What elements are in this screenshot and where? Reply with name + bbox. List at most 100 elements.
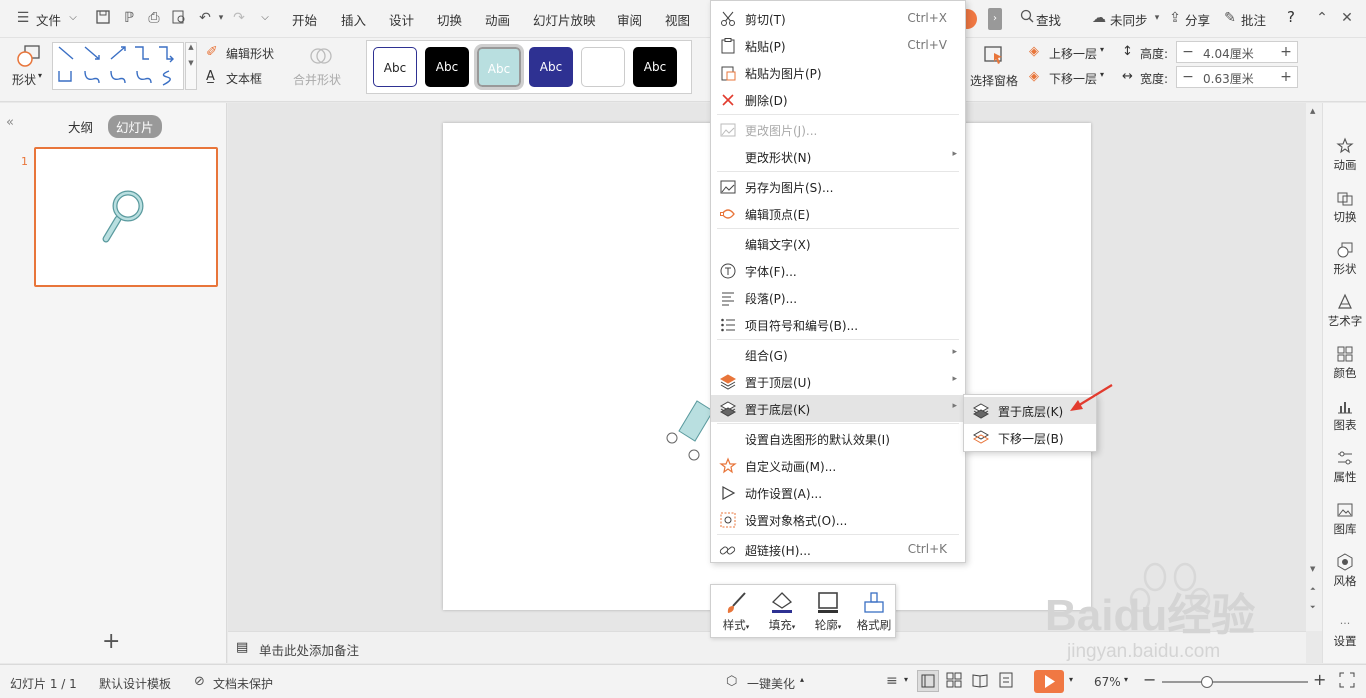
menu-item-group[interactable]: 组合(G) ▸ <box>711 341 965 368</box>
width-value[interactable]: 0.63厘米 <box>1203 70 1254 87</box>
menu-item-bring-to-front[interactable]: 置于顶层(U) ▸ <box>711 368 965 395</box>
sidebar-item-gallery[interactable]: 图库 <box>1323 501 1366 537</box>
tab-transition[interactable]: 切换 <box>437 10 462 29</box>
mini-style-button[interactable]: 样式▾ <box>713 587 759 637</box>
align-icon[interactable]: ≡ <box>886 673 898 689</box>
sidebar-item-color[interactable]: 颜色 <box>1323 345 1366 381</box>
edit-shape-icon[interactable]: ✐ <box>206 44 222 60</box>
one-click-beautify-button[interactable]: 一键美化 <box>747 675 795 692</box>
search-icon[interactable] <box>1018 9 1036 27</box>
tab-view[interactable]: 视图 <box>665 10 690 29</box>
customize-icon[interactable]: ⌵ <box>256 9 274 27</box>
submenu-item-send-backward[interactable]: 下移一层(B) <box>964 424 1096 451</box>
notes-view-button[interactable] <box>997 671 1017 691</box>
style-preset-4[interactable]: Abc <box>529 47 573 87</box>
beautify-dropdown-icon[interactable]: ▴ <box>800 675 804 684</box>
help-button[interactable]: ? <box>1287 8 1295 26</box>
tab-animation[interactable]: 动画 <box>485 10 510 29</box>
menu-item-save-as-image[interactable]: 另存为图片(S)... <box>711 173 965 200</box>
menu-item-font[interactable]: 字体(F)... <box>711 257 965 284</box>
prev-page-icon[interactable]: ⏶ <box>1310 585 1316 594</box>
shape-dropdown-icon[interactable]: ▾ <box>38 71 42 80</box>
tab-slides[interactable]: 幻灯片 <box>108 115 162 138</box>
file-menu[interactable]: 文件 <box>36 10 61 29</box>
bring-forward-dropdown-icon[interactable]: ▾ <box>1100 45 1104 54</box>
zoom-in-button[interactable]: + <box>1313 671 1326 689</box>
style-preset-5[interactable] <box>581 47 625 87</box>
menu-item-action-settings[interactable]: 动作设置(A)... <box>711 479 965 506</box>
style-preset-6[interactable]: Abc <box>633 47 677 87</box>
tabs-scroll-right-button[interactable]: › <box>988 8 1002 30</box>
send-backward-icon[interactable]: ◈ <box>1029 69 1039 84</box>
close-icon[interactable]: ✕ <box>1338 9 1356 27</box>
sync-dropdown-icon[interactable]: ▾ <box>1148 9 1166 27</box>
tab-design[interactable]: 设计 <box>389 10 414 29</box>
share-icon[interactable]: ⇪ <box>1166 9 1184 27</box>
normal-view-button[interactable] <box>917 670 939 692</box>
menu-item-hyperlink[interactable]: 超链接(H)... Ctrl+K <box>711 536 965 563</box>
bring-forward-icon[interactable]: ◈ <box>1029 44 1039 59</box>
fit-window-button[interactable] <box>1338 671 1356 689</box>
sidebar-item-properties[interactable]: 属性 <box>1323 449 1366 485</box>
sync-status[interactable]: 未同步 <box>1110 10 1148 29</box>
tab-insert[interactable]: 插入 <box>341 10 366 29</box>
bring-forward-button[interactable]: 上移一层 <box>1049 45 1097 62</box>
reading-view-button[interactable] <box>971 671 991 691</box>
tab-home[interactable]: 开始 <box>292 10 317 29</box>
menu-item-delete[interactable]: 删除(D) <box>711 86 965 113</box>
send-backward-dropdown-icon[interactable]: ▾ <box>1100 70 1104 79</box>
menu-item-cut[interactable]: 剪切(T) Ctrl+X <box>711 5 965 32</box>
menu-item-paragraph[interactable]: 段落(P)... <box>711 284 965 311</box>
play-slideshow-button[interactable] <box>1034 670 1064 693</box>
menu-item-edit-text[interactable]: 编辑文字(X) <box>711 230 965 257</box>
width-decrease-button[interactable]: − <box>1177 67 1199 87</box>
menu-item-edit-points[interactable]: 编辑顶点(E) <box>711 200 965 227</box>
tab-slideshow[interactable]: 幻灯片放映 <box>533 10 596 29</box>
scroll-up-icon[interactable]: ▲ <box>1310 107 1315 115</box>
zoom-dropdown-icon[interactable]: ▾ <box>1124 675 1128 684</box>
save-icon[interactable] <box>94 9 112 27</box>
style-preset-2[interactable]: Abc <box>425 47 469 87</box>
sidebar-item-animation[interactable]: 动画 <box>1323 137 1366 173</box>
shape-style-gallery[interactable]: Abc Abc Abc Abc Abc <box>366 40 692 94</box>
select-pane-button[interactable]: 选择窗格 <box>970 72 1018 89</box>
next-page-icon[interactable]: ⏷ <box>1310 603 1316 612</box>
menu-item-custom-animation[interactable]: 自定义动画(M)... <box>711 452 965 479</box>
undo-dropdown-icon[interactable]: ▾ <box>212 9 230 27</box>
sidebar-item-settings[interactable]: ··· 设置 <box>1323 618 1366 649</box>
send-backward-button[interactable]: 下移一层 <box>1049 70 1097 87</box>
export-pdf-icon[interactable]: ℙ <box>120 9 138 27</box>
sidebar-item-transition[interactable]: 切换 <box>1323 189 1366 225</box>
chevron-down-icon[interactable]: ⌵ <box>64 9 82 27</box>
comment-button[interactable]: 批注 <box>1241 10 1266 29</box>
mini-outline-button[interactable]: 轮廓▾ <box>805 587 851 637</box>
sidebar-item-chart[interactable]: 图表 <box>1323 397 1366 433</box>
protection-status[interactable]: 文档未保护 <box>213 675 273 692</box>
textbox-icon[interactable]: A̲ <box>206 69 222 85</box>
menu-item-set-default-effect[interactable]: 设置自选图形的默认效果(I) <box>711 425 965 452</box>
vertical-scrollbar[interactable]: ▲ ▼ ⏶ ⏷ <box>1306 103 1322 631</box>
height-value[interactable]: 4.04厘米 <box>1203 45 1254 62</box>
print-icon[interactable]: ⎙ <box>145 9 163 27</box>
gallery-scroll[interactable]: ▲ ▼ <box>185 42 197 90</box>
search-button[interactable]: 查找 <box>1036 10 1061 29</box>
edit-shape-button[interactable]: 编辑形状 <box>226 45 274 62</box>
slideshow-dropdown-icon[interactable]: ▾ <box>1069 675 1073 684</box>
print-preview-icon[interactable] <box>170 9 188 27</box>
height-input[interactable]: − 4.04厘米 + <box>1176 41 1298 63</box>
comment-icon[interactable]: ✎ <box>1221 9 1239 27</box>
textbox-button[interactable]: 文本框 <box>226 70 262 87</box>
shape-button[interactable]: 形状 <box>12 71 36 88</box>
tab-outline[interactable]: 大纲 <box>60 115 101 138</box>
height-increase-button[interactable]: + <box>1275 42 1297 62</box>
shapes-icon[interactable] <box>16 44 42 68</box>
menu-item-paste[interactable]: 粘贴(P) Ctrl+V <box>711 32 965 59</box>
sidebar-item-style[interactable]: 风格 <box>1323 553 1366 589</box>
sidebar-item-shape[interactable]: 形状 <box>1323 241 1366 277</box>
zoom-out-button[interactable]: − <box>1143 671 1156 689</box>
select-pane-icon[interactable] <box>982 44 1006 66</box>
line-shapes-gallery[interactable] <box>52 42 184 90</box>
menu-item-paste-as-image[interactable]: 粘贴为图片(P) <box>711 59 965 86</box>
collapse-panel-button[interactable]: « <box>6 115 14 130</box>
menu-item-send-to-back[interactable]: 置于底层(K) ▸ <box>711 395 965 422</box>
